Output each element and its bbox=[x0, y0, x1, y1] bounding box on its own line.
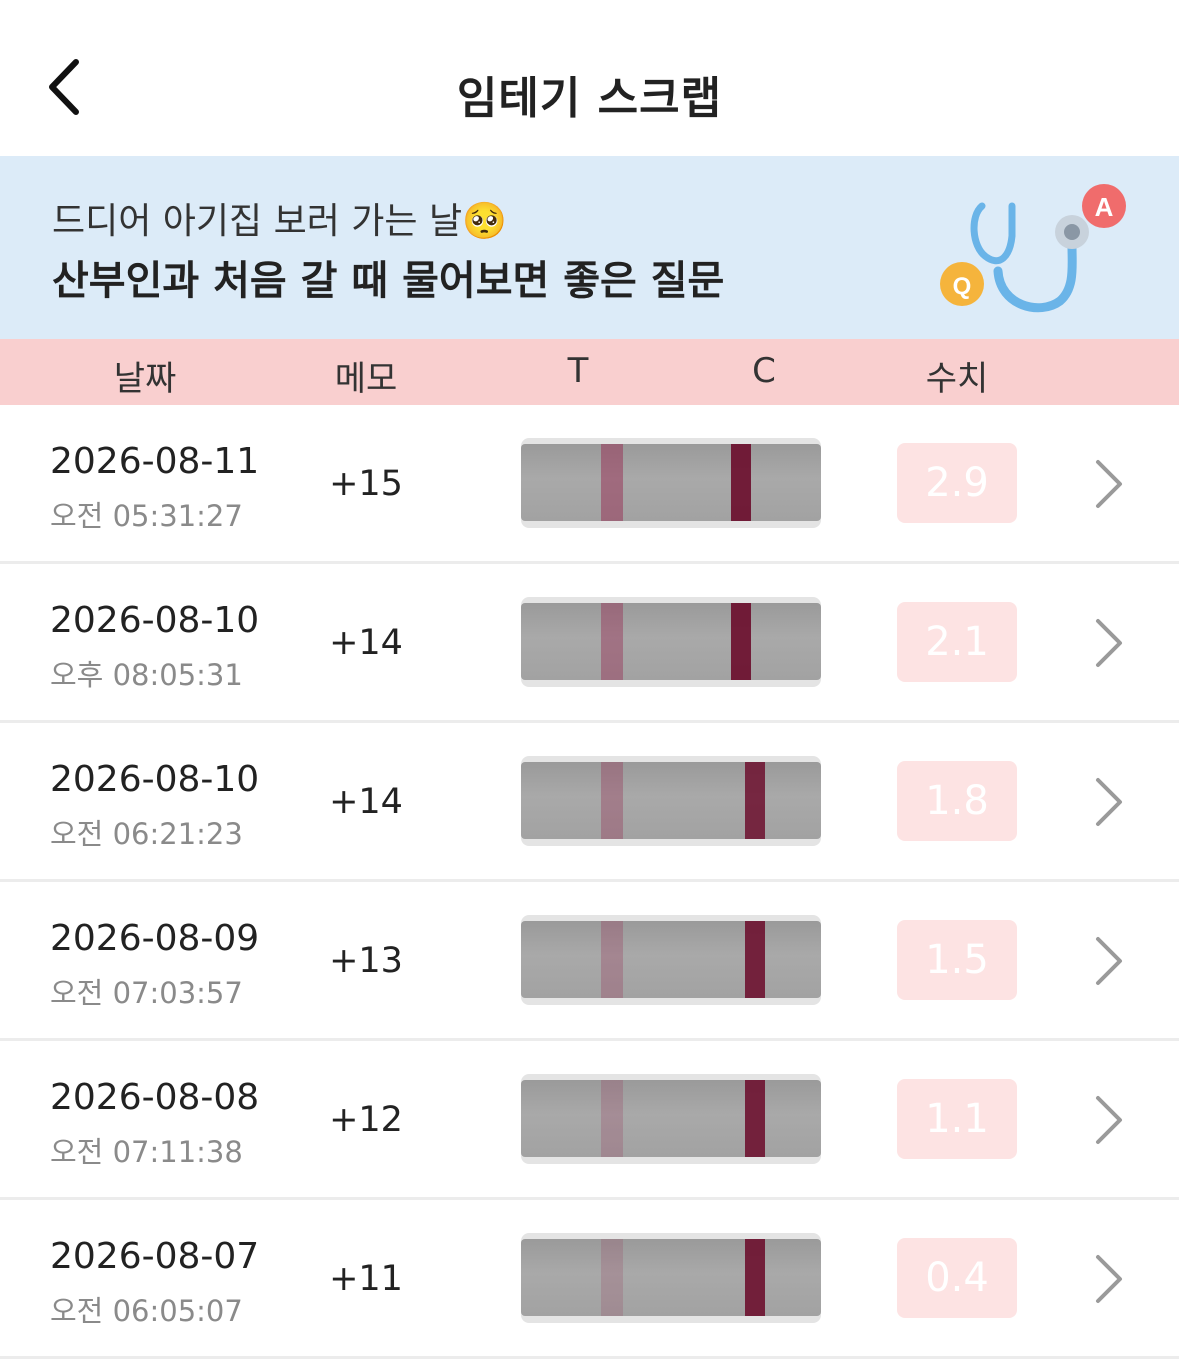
column-header-memo: 메모 bbox=[334, 359, 398, 399]
test-memo: +13 bbox=[329, 941, 403, 981]
banner-subtitle: 드디어 아기집 보러 가는 날🥺 bbox=[52, 201, 507, 242]
test-date: 2026-08-10 bbox=[50, 600, 260, 641]
table-header: 날짜 메모 T C 수치 bbox=[0, 339, 1179, 405]
value-badge: 1.1 bbox=[897, 1079, 1017, 1159]
column-header-value: 수치 bbox=[925, 359, 989, 399]
value-badge: 2.1 bbox=[897, 602, 1017, 682]
chevron-right-icon bbox=[1096, 937, 1122, 985]
chevron-right-icon bbox=[1096, 460, 1122, 508]
control-line bbox=[731, 444, 751, 521]
test-line bbox=[601, 1080, 623, 1157]
column-header-t: T bbox=[567, 351, 589, 391]
test-date: 2026-08-07 bbox=[50, 1236, 260, 1277]
list-item[interactable]: 2026-08-10 오전 06:21:23 +14 1.8 bbox=[0, 723, 1179, 882]
control-line bbox=[745, 1239, 765, 1316]
test-time: 오후 08:05:31 bbox=[50, 658, 243, 692]
column-header-c: C bbox=[752, 351, 776, 391]
value-badge: 0.4 bbox=[897, 1238, 1017, 1318]
test-line bbox=[601, 444, 623, 521]
chevron-right-icon bbox=[1096, 1255, 1122, 1303]
list-item[interactable]: 2026-08-07 오전 06:05:07 +11 0.4 bbox=[0, 1200, 1179, 1359]
value-badge: 1.5 bbox=[897, 920, 1017, 1000]
page-title: 임테기 스크랩 bbox=[456, 73, 723, 124]
test-memo: +14 bbox=[329, 782, 403, 822]
test-time: 오전 07:11:38 bbox=[50, 1135, 243, 1169]
answer-badge-label: A bbox=[1095, 192, 1114, 222]
question-badge-label: Q bbox=[953, 273, 972, 300]
test-date: 2026-08-11 bbox=[50, 441, 260, 482]
test-date: 2026-08-09 bbox=[50, 918, 260, 959]
test-line bbox=[601, 603, 623, 680]
test-line bbox=[601, 1239, 623, 1316]
chevron-right-icon bbox=[1096, 1096, 1122, 1144]
chevron-right-icon bbox=[1096, 619, 1122, 667]
control-line bbox=[731, 603, 751, 680]
test-memo: +14 bbox=[329, 623, 403, 663]
value-badge: 1.8 bbox=[897, 761, 1017, 841]
test-strip-image bbox=[521, 438, 821, 528]
test-strip-image bbox=[521, 915, 821, 1005]
test-strip-image bbox=[521, 597, 821, 687]
banner-title: 산부인과 처음 갈 때 물어보면 좋은 질문 bbox=[52, 258, 725, 304]
test-memo: +11 bbox=[329, 1259, 403, 1299]
list-item[interactable]: 2026-08-11 오전 05:31:27 +15 2.9 bbox=[0, 405, 1179, 564]
control-line bbox=[745, 762, 765, 839]
test-time: 오전 06:05:07 bbox=[50, 1294, 243, 1328]
test-list: 2026-08-11 오전 05:31:27 +15 2.9 2026-08-1… bbox=[0, 405, 1179, 1359]
header: 임테기 스크랩 bbox=[0, 0, 1179, 156]
test-strip-image bbox=[521, 1074, 821, 1164]
test-time: 오전 05:31:27 bbox=[50, 499, 243, 533]
stethoscope-icon: A Q bbox=[940, 184, 1126, 313]
control-line bbox=[745, 921, 765, 998]
control-line bbox=[745, 1080, 765, 1157]
list-item[interactable]: 2026-08-09 오전 07:03:57 +13 1.5 bbox=[0, 882, 1179, 1041]
test-memo: +12 bbox=[329, 1100, 403, 1140]
test-time: 오전 06:21:23 bbox=[50, 817, 243, 851]
test-line bbox=[601, 762, 623, 839]
chevron-right-icon bbox=[1096, 778, 1122, 826]
promo-banner[interactable]: 드디어 아기집 보러 가는 날🥺 산부인과 처음 갈 때 물어보면 좋은 질문 … bbox=[0, 156, 1179, 339]
test-date: 2026-08-08 bbox=[50, 1077, 260, 1118]
list-item[interactable]: 2026-08-08 오전 07:11:38 +12 1.1 bbox=[0, 1041, 1179, 1200]
column-header-date: 날짜 bbox=[113, 359, 177, 399]
test-memo: +15 bbox=[329, 464, 403, 504]
list-item[interactable]: 2026-08-10 오후 08:05:31 +14 2.1 bbox=[0, 564, 1179, 723]
test-strip-image bbox=[521, 756, 821, 846]
value-badge: 2.9 bbox=[897, 443, 1017, 523]
test-time: 오전 07:03:57 bbox=[50, 976, 243, 1010]
test-strip-image bbox=[521, 1233, 821, 1323]
test-date: 2026-08-10 bbox=[50, 759, 260, 800]
test-line bbox=[601, 921, 623, 998]
